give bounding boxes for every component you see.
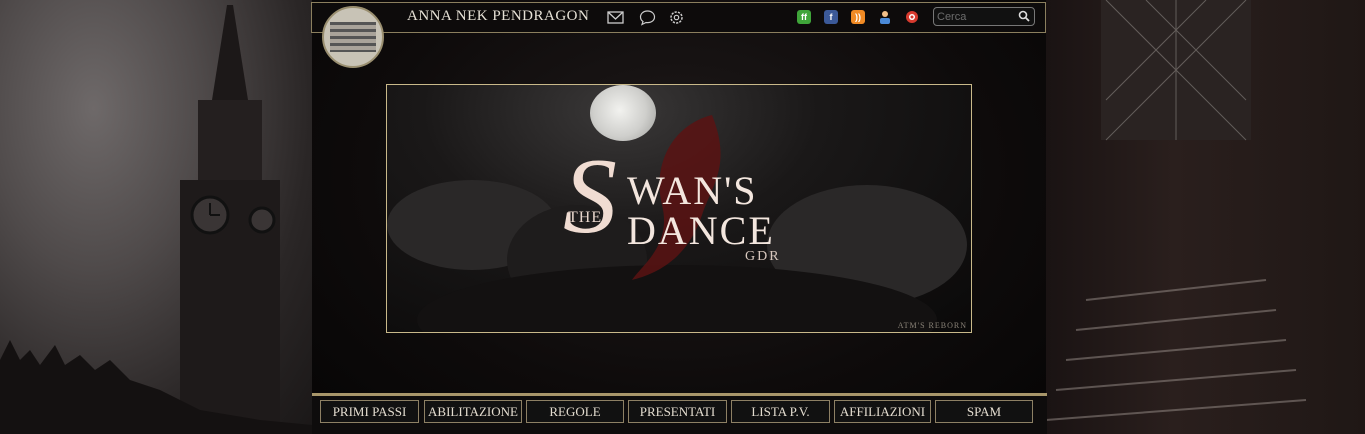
- search-input[interactable]: [937, 9, 1015, 24]
- nav-abilitazione[interactable]: ABILITAZIONE: [424, 400, 522, 423]
- nav-affiliazioni[interactable]: AFFILIAZIONI: [834, 400, 931, 423]
- help-icon[interactable]: [905, 10, 919, 24]
- nav-spam[interactable]: SPAM: [935, 400, 1033, 423]
- logo-letter-s: S: [563, 137, 617, 256]
- user-online-icon[interactable]: [878, 10, 892, 24]
- rss-icon[interactable]: )): [851, 10, 865, 24]
- banner-credit: ATM'S REBORN: [897, 321, 967, 330]
- staircase-illustration: [1046, 0, 1307, 421]
- nav-regole[interactable]: REGOLE: [526, 400, 624, 423]
- avatar[interactable]: [322, 6, 384, 68]
- chat-icon[interactable]: [639, 9, 656, 26]
- mail-icon[interactable]: [607, 9, 624, 26]
- search-box: [933, 7, 1035, 26]
- facebook-icon[interactable]: f: [824, 10, 838, 24]
- search-icon[interactable]: [1018, 10, 1030, 22]
- parliament-silhouette: [0, 340, 312, 434]
- gear-icon[interactable]: [668, 9, 685, 26]
- background-left-bigben: [0, 0, 312, 434]
- forumfree-icon[interactable]: ff: [797, 10, 811, 24]
- logo-the: THE: [568, 209, 603, 226]
- nav-lista-pv[interactable]: LISTA P.V.: [731, 400, 830, 423]
- nav-primi-passi[interactable]: PRIMI PASSI: [320, 400, 419, 423]
- background-right-staircase: [1046, 0, 1365, 434]
- logo-gdr: GDR: [745, 249, 781, 264]
- header-banner[interactable]: S WAN'S THE DANCE GDR ATM'S REBORN: [386, 84, 972, 333]
- nav-presentati[interactable]: PRESENTATI: [628, 400, 727, 423]
- username-link[interactable]: ANNA NEK PENDRAGON: [407, 8, 589, 25]
- logo-dance: DANCE: [627, 208, 775, 253]
